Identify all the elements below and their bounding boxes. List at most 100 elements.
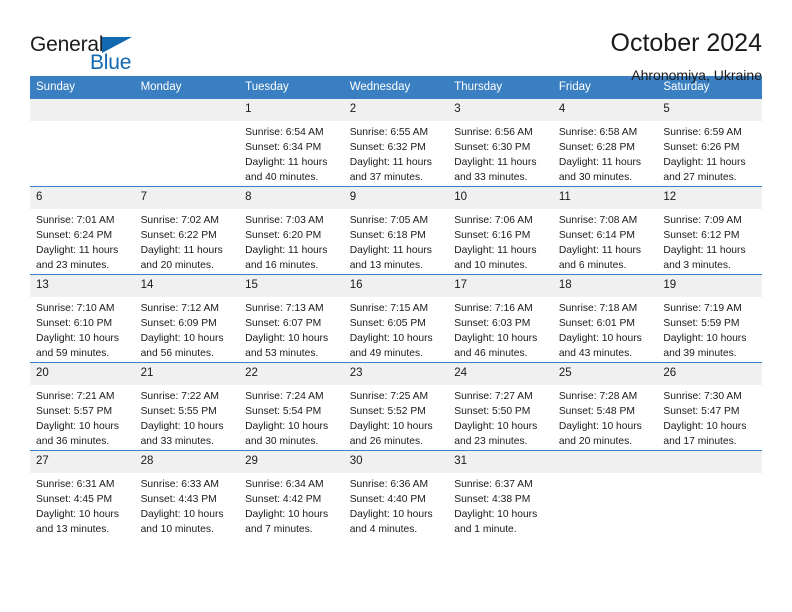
calendar-week-row: 6 Sunrise: 7:01 AM Sunset: 6:24 PM Daylight… bbox=[30, 186, 762, 275]
calendar-day-cell[interactable]: 4 Sunrise: 6:58 AM Sunset: 6:28 PM Daylight… bbox=[552, 98, 658, 187]
calendar-day-cell[interactable]: 1 Sunrise: 6:54 AM Sunset: 6:34 PM Daylight… bbox=[239, 98, 344, 187]
sunset-text: Sunset: 6:12 PM bbox=[663, 229, 740, 241]
calendar-day-cell[interactable]: 22 Sunrise: 7:24 AM Sunset: 5:54 PM Dayligh… bbox=[239, 362, 344, 451]
daylight-text-cont: and 30 minutes. bbox=[558, 171, 633, 183]
sunrise-text: Sunrise: 7:27 AM bbox=[454, 391, 533, 402]
sunrise-text: Sunrise: 7:01 AM bbox=[36, 215, 115, 226]
calendar-day-cell[interactable]: 21 Sunrise: 7:22 AM Sunset: 5:55 PM Dayligh… bbox=[134, 362, 240, 451]
day-sun-info: Sunrise: 6:31 AM Sunset: 4:45 PM Daylight:… bbox=[30, 473, 135, 538]
daylight-text-cont: and 4 minutes. bbox=[349, 523, 418, 535]
sunrise-text: Sunrise: 6:58 AM bbox=[558, 127, 638, 138]
daylight-text: Daylight: 11 hours bbox=[36, 244, 119, 256]
calendar-day-cell[interactable]: 10 Sunrise: 7:06 AM Sunset: 6:16 PM Dayligh… bbox=[448, 186, 553, 275]
daylight-text-cont: and 39 minutes. bbox=[663, 347, 737, 359]
calendar-day-cell[interactable]: 23 Sunrise: 7:25 AM Sunset: 5:52 PM Dayligh… bbox=[343, 362, 449, 451]
calendar-day-cell[interactable]: 11 Sunrise: 7:08 AM Sunset: 6:14 PM Dayligh… bbox=[552, 186, 658, 275]
calendar-day-cell[interactable]: 14 Sunrise: 7:12 AM Sunset: 6:09 PM Dayligh… bbox=[134, 274, 240, 363]
calendar-day-cell[interactable]: 28 Sunrise: 6:33 AM Sunset: 4:43 PM Dayligh… bbox=[134, 450, 240, 539]
sunrise-text: Sunrise: 7:16 AM bbox=[454, 303, 533, 314]
sunset-text: Sunset: 5:50 PM bbox=[454, 405, 531, 417]
daylight-text-cont: and 59 minutes. bbox=[36, 347, 110, 359]
daylight-text-cont: and 6 minutes. bbox=[558, 259, 627, 271]
calendar-day-cell[interactable]: 7 Sunrise: 7:02 AM Sunset: 6:22 PM Daylight… bbox=[134, 186, 240, 275]
daylight-text: Daylight: 11 hours bbox=[663, 244, 746, 256]
day-number: 6 bbox=[30, 187, 135, 209]
sunset-text: Sunset: 5:57 PM bbox=[36, 405, 113, 417]
sunrise-text: Sunrise: 7:02 AM bbox=[140, 215, 219, 226]
daylight-text-cont: and 56 minutes. bbox=[140, 347, 214, 359]
daylight-text: Daylight: 11 hours bbox=[140, 244, 223, 256]
day-sun-info: Sunrise: 7:30 AM Sunset: 5:47 PM Daylight:… bbox=[657, 385, 762, 450]
calendar-week-row: 27 Sunrise: 6:31 AM Sunset: 4:45 PM Dayligh… bbox=[30, 450, 762, 539]
calendar-day-cell[interactable]: 12 Sunrise: 7:09 AM Sunset: 6:12 PM Dayligh… bbox=[657, 186, 762, 275]
sunrise-text: Sunrise: 7:18 AM bbox=[558, 303, 638, 314]
day-sun-info: Sunrise: 7:19 AM Sunset: 5:59 PM Daylight:… bbox=[657, 297, 762, 362]
calendar-day-cell[interactable]: 6 Sunrise: 7:01 AM Sunset: 6:24 PM Daylight… bbox=[30, 186, 135, 275]
logo-text-blue: Blue bbox=[90, 51, 132, 74]
sunset-text: Sunset: 5:48 PM bbox=[558, 405, 635, 417]
calendar-day-cell[interactable]: 18 Sunrise: 7:18 AM Sunset: 6:01 PM Dayligh… bbox=[552, 274, 658, 363]
sunset-text: Sunset: 5:59 PM bbox=[663, 317, 740, 329]
daylight-text-cont: and 33 minutes. bbox=[140, 435, 214, 447]
calendar-day-cell[interactable]: 8 Sunrise: 7:03 AM Sunset: 6:20 PM Daylight… bbox=[239, 186, 344, 275]
calendar-day-cell[interactable]: 16 Sunrise: 7:15 AM Sunset: 6:05 PM Dayligh… bbox=[343, 274, 449, 363]
day-sun-info: Sunrise: 7:10 AM Sunset: 6:10 PM Daylight:… bbox=[30, 297, 135, 362]
calendar-day-cell[interactable]: 3 Sunrise: 6:56 AM Sunset: 6:30 PM Daylight… bbox=[448, 98, 553, 187]
daylight-text: Daylight: 11 hours bbox=[454, 156, 537, 168]
weekday-header-sunday: Sunday bbox=[30, 76, 135, 99]
sunrise-text: Sunrise: 6:31 AM bbox=[36, 479, 115, 490]
daylight-text-cont: and 16 minutes. bbox=[245, 259, 319, 271]
general-blue-logo[interactable]: General Blue bbox=[30, 28, 142, 76]
daylight-text: Daylight: 10 hours bbox=[454, 332, 538, 344]
calendar-day-cell[interactable]: 30 Sunrise: 6:36 AM Sunset: 4:40 PM Dayligh… bbox=[343, 450, 449, 539]
sunrise-text: Sunrise: 7:05 AM bbox=[349, 215, 429, 226]
calendar-day-cell[interactable]: 31 Sunrise: 6:37 AM Sunset: 4:38 PM Dayligh… bbox=[448, 450, 553, 539]
day-number: 27 bbox=[30, 451, 135, 473]
day-number: 17 bbox=[448, 275, 553, 297]
day-sun-info: Sunrise: 7:13 AM Sunset: 6:07 PM Daylight:… bbox=[239, 297, 344, 362]
day-number: 26 bbox=[657, 363, 762, 385]
calendar-day-cell[interactable]: 19 Sunrise: 7:19 AM Sunset: 5:59 PM Dayligh… bbox=[657, 274, 762, 363]
daylight-text-cont: and 30 minutes. bbox=[245, 435, 319, 447]
calendar-day-cell[interactable]: 5 Sunrise: 6:59 AM Sunset: 6:26 PM Daylight… bbox=[657, 98, 762, 187]
calendar-week-row: 20 Sunrise: 7:21 AM Sunset: 5:57 PM Dayligh… bbox=[30, 362, 762, 451]
calendar-day-cell[interactable]: 25 Sunrise: 7:28 AM Sunset: 5:48 PM Dayligh… bbox=[552, 362, 658, 451]
day-number: 16 bbox=[343, 275, 449, 297]
daylight-text: Daylight: 10 hours bbox=[663, 332, 747, 344]
daylight-text-cont: and 43 minutes. bbox=[558, 347, 633, 359]
daylight-text: Daylight: 10 hours bbox=[245, 508, 329, 520]
daylight-text: Daylight: 11 hours bbox=[349, 244, 432, 256]
page-title: October 2024 bbox=[610, 29, 763, 57]
day-number: 15 bbox=[239, 275, 344, 297]
calendar-day-cell[interactable]: 2 Sunrise: 6:55 AM Sunset: 6:32 PM Daylight… bbox=[343, 98, 449, 187]
day-sun-info: Sunrise: 7:25 AM Sunset: 5:52 PM Daylight:… bbox=[344, 385, 449, 450]
daylight-text-cont: and 3 minutes. bbox=[663, 259, 731, 271]
calendar-day-cell[interactable]: 17 Sunrise: 7:16 AM Sunset: 6:03 PM Dayligh… bbox=[448, 274, 553, 363]
calendar-day-cell[interactable]: 29 Sunrise: 6:34 AM Sunset: 4:42 PM Dayligh… bbox=[239, 450, 344, 539]
daylight-text: Daylight: 10 hours bbox=[454, 420, 538, 432]
calendar-day-cell[interactable]: 13 Sunrise: 7:10 AM Sunset: 6:10 PM Dayligh… bbox=[30, 274, 135, 363]
daylight-text-cont: and 23 minutes. bbox=[36, 259, 110, 271]
sunset-text: Sunset: 6:28 PM bbox=[558, 141, 635, 153]
daylight-text: Daylight: 11 hours bbox=[245, 244, 328, 256]
calendar-table: Sunday Monday Tuesday Wednesday Thursday… bbox=[30, 76, 762, 539]
calendar-day-cell[interactable]: 27 Sunrise: 6:31 AM Sunset: 4:45 PM Dayligh… bbox=[30, 450, 135, 539]
day-number: 25 bbox=[552, 363, 658, 385]
sunrise-text: Sunrise: 6:55 AM bbox=[349, 127, 429, 138]
calendar-day-cell[interactable]: 20 Sunrise: 7:21 AM Sunset: 5:57 PM Dayligh… bbox=[30, 362, 135, 451]
day-number: 23 bbox=[343, 363, 449, 385]
calendar-week-row: 1 Sunrise: 6:54 AM Sunset: 6:34 PM Daylight… bbox=[30, 98, 762, 187]
daylight-text-cont: and 40 minutes. bbox=[245, 171, 319, 183]
calendar-day-cell[interactable]: 9 Sunrise: 7:05 AM Sunset: 6:18 PM Daylight… bbox=[343, 186, 449, 275]
sunrise-text: Sunrise: 7:22 AM bbox=[140, 391, 219, 402]
calendar-day-cell[interactable]: 24 Sunrise: 7:27 AM Sunset: 5:50 PM Dayligh… bbox=[448, 362, 553, 451]
day-number: 13 bbox=[30, 275, 135, 297]
calendar-day-cell[interactable]: 26 Sunrise: 7:30 AM Sunset: 5:47 PM Dayligh… bbox=[657, 362, 762, 451]
calendar-page: General Blue October 2024 Ahronomiya, Uk… bbox=[0, 0, 792, 612]
daylight-text-cont: and 23 minutes. bbox=[454, 435, 528, 447]
day-number: 22 bbox=[239, 363, 344, 385]
day-number: 30 bbox=[343, 451, 449, 473]
daylight-text: Daylight: 10 hours bbox=[454, 508, 538, 520]
calendar-day-cell[interactable]: 15 Sunrise: 7:13 AM Sunset: 6:07 PM Dayligh… bbox=[239, 274, 344, 363]
day-number bbox=[657, 451, 762, 473]
